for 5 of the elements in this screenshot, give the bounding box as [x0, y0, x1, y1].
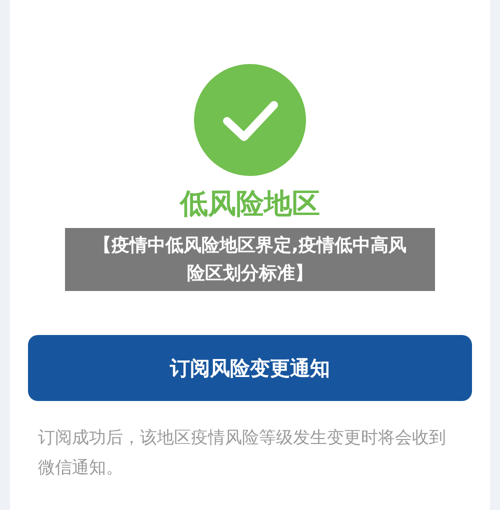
- subscribe-button[interactable]: 订阅风险变更通知: [28, 335, 472, 401]
- notice-text: 订阅成功后，该地区疫情风险等级发生变更时将会收到微信通知。: [38, 427, 447, 480]
- caption-banner: 【疫情中低风险地区界定,疫情低中高风险区划分标准】: [65, 228, 435, 291]
- status-title: 低风险地区: [180, 186, 320, 222]
- checkmark-icon: [194, 64, 306, 176]
